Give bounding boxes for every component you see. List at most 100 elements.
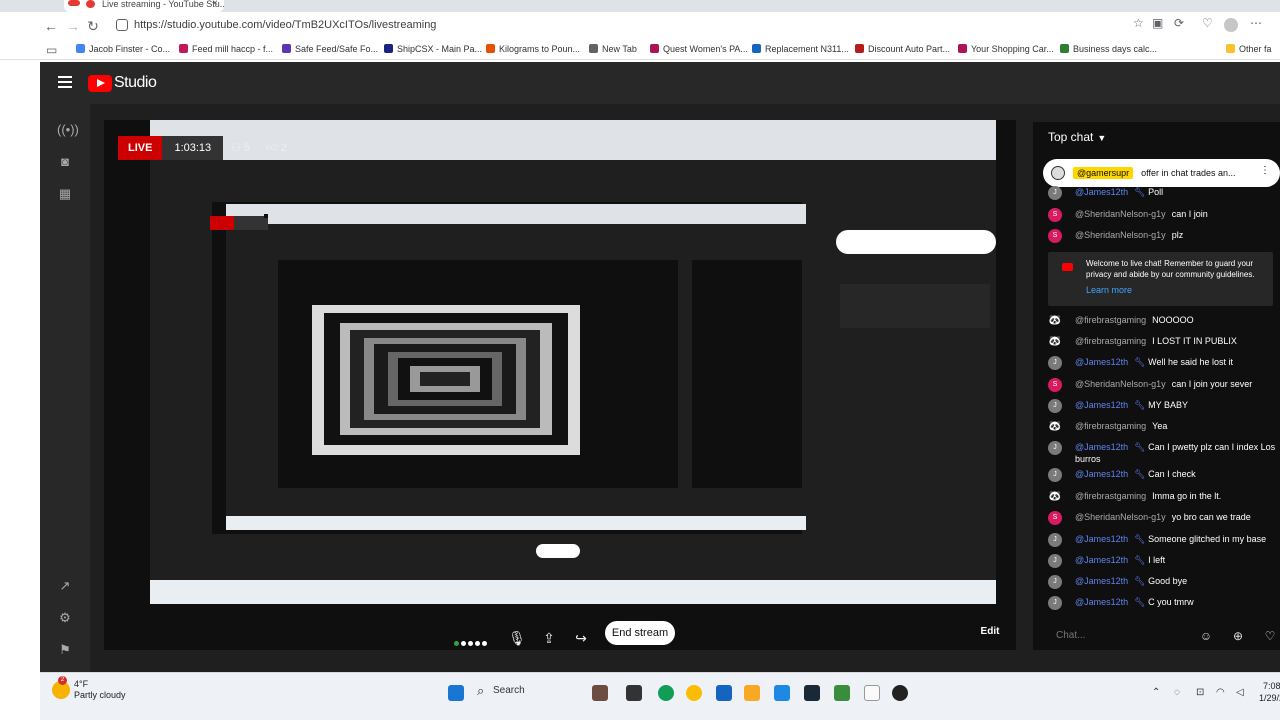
chat-message[interactable]: 🐼 @firebrastgaming Imma go in the lt. (1048, 490, 1276, 504)
menu-icon[interactable] (58, 76, 72, 88)
chat-author: @James12th (1075, 576, 1129, 586)
settings-icon[interactable]: ⚙ (57, 610, 73, 626)
tab-actions-icon[interactable]: ▭ (46, 43, 57, 57)
chat-input[interactable] (1056, 630, 1176, 641)
heart-icon[interactable]: ♡ (1262, 628, 1278, 644)
bookmark-item[interactable]: Feed mill haccp - f... (179, 44, 273, 54)
file-explorer-icon[interactable] (744, 685, 760, 701)
app-icon[interactable] (716, 685, 732, 701)
chat-mode-label: Top chat (1048, 130, 1094, 144)
chat-message[interactable]: 🐼 @firebrastgaming NOOOOO (1048, 314, 1276, 328)
bookmark-favicon-icon (486, 44, 495, 53)
bookmark-item[interactable]: Replacement N311... (752, 44, 849, 54)
chat-message[interactable]: J @James12th 🔧︎ MY BABY (1048, 399, 1276, 413)
tray-expand-icon[interactable]: ⌃ (1152, 687, 1160, 698)
desktop-screen: Live streaming - YouTube Stu... × ← → ↻ … (0, 0, 1280, 720)
store-icon[interactable] (774, 685, 790, 701)
bookmark-item[interactable]: Jacob Finster - Co... (76, 44, 170, 54)
health-dot (461, 641, 466, 646)
stream-icon[interactable]: ((•)) (57, 122, 79, 138)
widgets-icon[interactable] (592, 685, 608, 701)
weather-widget[interactable]: 2 4°F Partly cloudy (52, 676, 126, 701)
profile-avatar[interactable] (1224, 18, 1238, 32)
bookmark-star-icon[interactable]: ☆ (1133, 16, 1144, 30)
chat-text: Yea (1152, 421, 1168, 431)
refresh-extension-icon[interactable]: ⟳ (1174, 16, 1184, 30)
chat-text: can I join (1171, 209, 1208, 219)
camera-icon[interactable]: ◙ (57, 154, 73, 170)
chat-message[interactable]: S @SheridanNelson-g1y plz (1048, 229, 1276, 243)
bookmark-item[interactable]: Business days calc... (1060, 44, 1157, 54)
chat-message[interactable]: 🐼 @firebrastgaming Yea (1048, 420, 1276, 434)
reload-button[interactable]: ↻ (84, 17, 102, 35)
notepad-icon[interactable] (864, 685, 880, 701)
chat-message[interactable]: S @SheridanNelson-g1y can I join your seve… (1048, 378, 1276, 392)
back-button[interactable]: ← (42, 17, 60, 35)
studio-logo[interactable]: Studio (88, 74, 157, 92)
start-icon[interactable] (448, 685, 464, 701)
chat-avatar: 🐼 (1048, 490, 1062, 504)
feedback-icon[interactable]: ⚑ (57, 642, 73, 658)
wifi-icon[interactable]: ◠ (1216, 687, 1225, 698)
task-view-icon[interactable] (626, 685, 642, 701)
tray-device-icon[interactable]: ⊡ (1196, 687, 1204, 698)
more-options-icon[interactable]: ⋮ (1260, 165, 1270, 176)
recorder-icon[interactable] (892, 685, 908, 701)
emoji-icon[interactable]: ☺ (1198, 628, 1214, 644)
chat-message[interactable]: 🐼 @firebrastgaming I LOST IT IN PUBLIX (1048, 335, 1276, 349)
site-info-icon[interactable] (116, 19, 128, 31)
microphone-icon[interactable]: 🎙︎ (508, 629, 526, 647)
moderator-wrench-icon: 🔧︎ (1134, 534, 1149, 544)
bookmark-item[interactable]: New Tab (589, 44, 637, 54)
chat-author: @SheridanNelson-g1y (1075, 512, 1166, 522)
taskbar-clock[interactable]: 7:08 P 1/29/20 (1259, 680, 1280, 704)
edge-browser-icon[interactable] (658, 685, 674, 701)
stream-preview[interactable] (104, 120, 1016, 650)
favorites-icon[interactable]: ♡ (1202, 16, 1213, 30)
steam-icon[interactable] (804, 685, 820, 701)
xbox-icon[interactable] (834, 685, 850, 701)
bookmark-item[interactable]: Discount Auto Part... (855, 44, 950, 54)
bookmark-item[interactable]: Other fa (1226, 44, 1272, 54)
tray-app-icon[interactable]: ◌ (1174, 687, 1180, 698)
address-bar[interactable]: https://studio.youtube.com/video/TmB2UXc… (102, 15, 1167, 37)
bookmark-item[interactable]: Safe Feed/Safe Fo... (282, 44, 378, 54)
forward-button[interactable]: → (64, 17, 82, 35)
end-stream-button[interactable]: End stream (605, 621, 675, 645)
close-tab-icon[interactable]: × (212, 0, 218, 9)
bookmark-item[interactable]: Kilograms to Poun... (486, 44, 580, 54)
chat-text: NOOOOO (1152, 315, 1194, 325)
share-icon[interactable]: ↪ (572, 629, 590, 647)
add-icon[interactable]: ⊕ (1230, 628, 1246, 644)
browser-menu-icon[interactable]: ⋯ (1250, 16, 1262, 30)
edit-button[interactable]: Edit (976, 620, 1004, 642)
chat-message[interactable]: S @SheridanNelson-g1y can I join (1048, 208, 1276, 222)
chat-message[interactable]: S @SheridanNelson-g1y yo bro can we trade (1048, 511, 1276, 525)
learn-more-link[interactable]: Learn more (1086, 285, 1132, 295)
chat-message[interactable]: J @James12th 🔧︎ I left (1048, 554, 1276, 568)
chat-header[interactable]: Top chat ▼ (1033, 122, 1280, 152)
extension-icon[interactable]: ▣ (1152, 16, 1163, 30)
bookmark-item[interactable]: ShipCSX - Main Pa... (384, 44, 482, 54)
pinned-message[interactable]: @gamersupr offer in chat trades an... ⋮ (1043, 159, 1280, 187)
bookmark-item[interactable]: Your Shopping Car... (958, 44, 1054, 54)
share-screen-icon[interactable]: ⇪ (540, 629, 558, 647)
taskbar-search[interactable]: Search (473, 681, 563, 701)
pinned-avatar (1051, 166, 1065, 180)
chat-text: yo bro can we trade (1171, 512, 1251, 522)
chat-message[interactable]: J @James12th 🔧︎ C you tmrw (1048, 596, 1276, 610)
chat-message[interactable]: J @James12th 🔧︎ Well he said he lost it (1048, 356, 1276, 370)
calendar-icon[interactable]: ▦ (57, 186, 73, 202)
chat-message[interactable]: J @James12th 🔧︎ Poll (1048, 186, 1276, 200)
moderator-wrench-icon: 🔧︎ (1134, 469, 1149, 479)
chat-message[interactable]: J @James12th 🔧︎ Can I pwetty plz can I ind… (1048, 441, 1276, 465)
browser-tab[interactable]: Live streaming - YouTube Stu... × (64, 0, 224, 12)
chat-message[interactable]: J @James12th 🔧︎ Someone glitched in my bas… (1048, 533, 1276, 547)
chrome-browser-icon[interactable] (686, 685, 702, 701)
health-dot (475, 641, 480, 646)
bookmark-item[interactable]: Quest Women's PA... (650, 44, 748, 54)
chat-message[interactable]: J @James12th 🔧︎ Good bye (1048, 575, 1276, 589)
chat-message[interactable]: J @James12th 🔧︎ Can I check (1048, 468, 1276, 482)
open-external-icon[interactable]: ↗ (57, 578, 73, 594)
volume-icon[interactable]: ◁ (1236, 687, 1244, 698)
